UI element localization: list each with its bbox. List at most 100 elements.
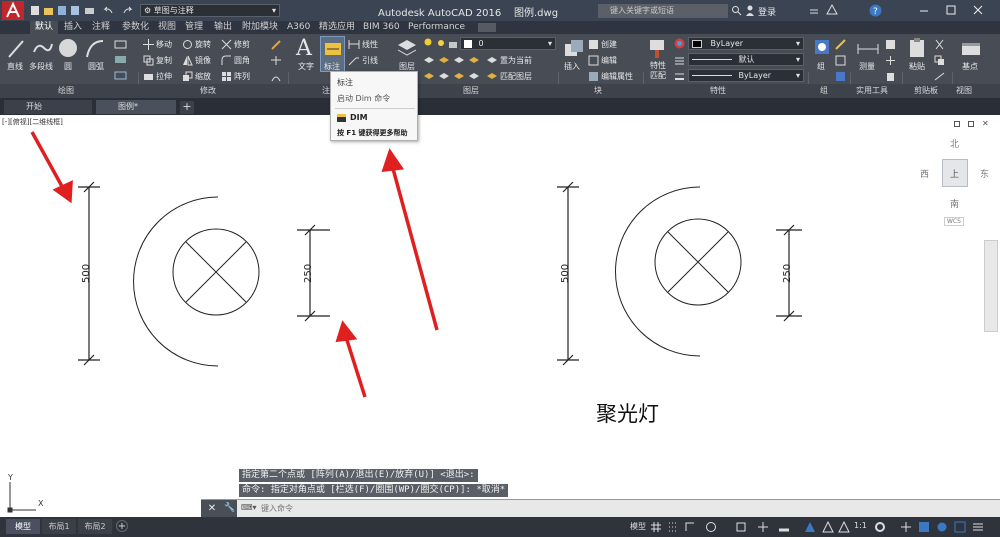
doc-tab-start[interactable]: 开始	[4, 100, 92, 114]
base-view-label[interactable]: 基点	[962, 61, 978, 72]
isolate-objects-icon[interactable]	[936, 521, 948, 533]
match-properties-label[interactable]: 特性匹配	[650, 61, 670, 81]
osnap-icon[interactable]	[735, 521, 747, 533]
viewcube-north[interactable]: 北	[950, 137, 959, 150]
model-space-toggle[interactable]: 模型	[630, 521, 646, 532]
layer-tool-icon[interactable]	[438, 71, 450, 82]
layer-tool-icon[interactable]	[423, 71, 435, 82]
group-icon[interactable]	[812, 37, 832, 59]
stay-connected-icon[interactable]	[826, 4, 838, 16]
copy-icon[interactable]	[143, 55, 154, 66]
layer-tool-icon[interactable]	[438, 55, 450, 66]
layout-tab-1[interactable]: 布局1	[42, 519, 76, 534]
set-current-label[interactable]: 置为当前	[500, 55, 532, 66]
erase-icon[interactable]	[270, 39, 282, 50]
save-as-icon[interactable]	[70, 5, 80, 16]
maximize-icon[interactable]	[945, 5, 957, 16]
panel-title-properties[interactable]: 特性	[710, 85, 726, 96]
linear-dim-label[interactable]: 线性	[362, 39, 378, 50]
command-input[interactable]	[261, 502, 981, 515]
linear-dim-icon[interactable]	[348, 39, 360, 50]
group-select-icon[interactable]	[835, 71, 846, 82]
exchange-apps-icon[interactable]	[808, 5, 820, 16]
wcs-menu[interactable]: WCS	[944, 217, 964, 226]
workspace-selector[interactable]: ⚙ 草图与注释 ▾	[140, 4, 280, 17]
panel-title-draw[interactable]: 绘图	[58, 85, 74, 96]
fillet-tool-label[interactable]: 圆角	[234, 55, 250, 66]
utility-tool-icon[interactable]	[885, 39, 896, 50]
trim-icon[interactable]	[221, 39, 232, 50]
otrack-icon[interactable]	[757, 521, 769, 533]
polyline-icon[interactable]	[32, 38, 54, 60]
text-tool-label[interactable]: 文字	[298, 61, 314, 72]
circle-icon[interactable]	[57, 37, 79, 59]
utility-tool-icon[interactable]	[885, 55, 896, 66]
layer-tool-icon[interactable]	[468, 55, 480, 66]
match-clip-icon[interactable]	[934, 71, 945, 82]
paste-label[interactable]: 粘贴	[909, 61, 925, 72]
search-box[interactable]: 键入关键字或短语	[598, 4, 728, 18]
auto-scale-icon[interactable]	[838, 521, 850, 533]
annotation-visibility-icon[interactable]	[822, 521, 834, 533]
hardware-accel-icon[interactable]	[918, 521, 930, 533]
tab-featured-apps[interactable]: 精选应用	[319, 21, 355, 34]
tab-parametric[interactable]: 参数化	[122, 21, 149, 34]
edit-block-icon[interactable]	[588, 55, 600, 66]
drawing-canvas[interactable]: [-][俯视][二维线框] ✕ 500 250 500 250 聚光灯 X Y …	[0, 115, 1000, 518]
tab-a360[interactable]: A360	[287, 21, 310, 34]
match-layer-icon[interactable]	[486, 71, 498, 82]
fillet-icon[interactable]	[221, 55, 232, 66]
panel-title-groups[interactable]: 组	[820, 85, 828, 96]
layout-tab-2[interactable]: 布局2	[78, 519, 112, 534]
edit-attributes-label[interactable]: 编辑属性	[601, 71, 633, 82]
insert-block-label[interactable]: 插入	[564, 61, 580, 72]
scale-tool-label[interactable]: 缩放	[195, 71, 211, 82]
tab-insert[interactable]: 插入	[64, 21, 82, 34]
explode-icon[interactable]	[270, 55, 282, 66]
command-close-button[interactable]: ✕	[201, 500, 223, 518]
panel-title-layers[interactable]: 图层	[463, 85, 479, 96]
close-icon[interactable]	[972, 5, 984, 16]
match-properties-icon[interactable]	[648, 38, 668, 60]
circle-tool-label[interactable]: 圆	[64, 61, 72, 72]
copy-clip-icon[interactable]	[934, 55, 945, 66]
layer-tool-icon[interactable]	[423, 55, 435, 66]
group-tool-icon[interactable]	[835, 55, 846, 66]
cut-icon[interactable]	[934, 39, 945, 50]
tab-addins[interactable]: 附加模块	[242, 21, 278, 34]
navigation-bar[interactable]	[984, 240, 998, 332]
measure-icon[interactable]	[856, 39, 880, 59]
grid-icon[interactable]	[650, 521, 662, 533]
dimension-button[interactable]: 标注	[320, 36, 345, 72]
panel-title-view[interactable]: 视图	[956, 85, 972, 96]
open-file-icon[interactable]	[43, 5, 54, 16]
arc-icon[interactable]	[84, 38, 106, 60]
edit-block-label[interactable]: 编辑	[601, 55, 617, 66]
leader-label[interactable]: 引线	[362, 55, 378, 66]
move-tool-label[interactable]: 移动	[156, 39, 172, 50]
user-icon[interactable]	[745, 5, 755, 16]
tab-view[interactable]: 视图	[158, 21, 176, 34]
tab-manage[interactable]: 管理	[185, 21, 203, 34]
spotlight-symbol-left[interactable]	[78, 181, 330, 367]
line-icon[interactable]	[6, 38, 26, 60]
settings-gear-icon[interactable]	[874, 521, 886, 533]
layer-dropdown[interactable]: 0 ▾	[460, 37, 556, 50]
plot-icon[interactable]	[84, 5, 95, 16]
customize-icon[interactable]	[972, 521, 984, 533]
array-icon[interactable]	[221, 71, 232, 82]
leader-icon[interactable]	[348, 55, 360, 66]
snap-icon[interactable]	[667, 521, 679, 533]
ortho-icon[interactable]	[684, 521, 696, 533]
rectangle-icon[interactable]	[114, 40, 128, 50]
redo-icon[interactable]	[122, 6, 134, 15]
layer-tool-icon[interactable]	[453, 55, 465, 66]
match-layer-label[interactable]: 匹配图层	[500, 71, 532, 82]
color-dropdown[interactable]: ByLayer ▾	[688, 37, 804, 50]
scale-icon[interactable]	[182, 71, 193, 82]
stretch-icon[interactable]	[143, 71, 154, 82]
mirror-tool-label[interactable]: 镜像	[195, 55, 211, 66]
paste-icon[interactable]	[907, 37, 927, 59]
new-file-icon[interactable]	[30, 5, 40, 16]
panel-title-clipboard[interactable]: 剪贴板	[914, 85, 938, 96]
